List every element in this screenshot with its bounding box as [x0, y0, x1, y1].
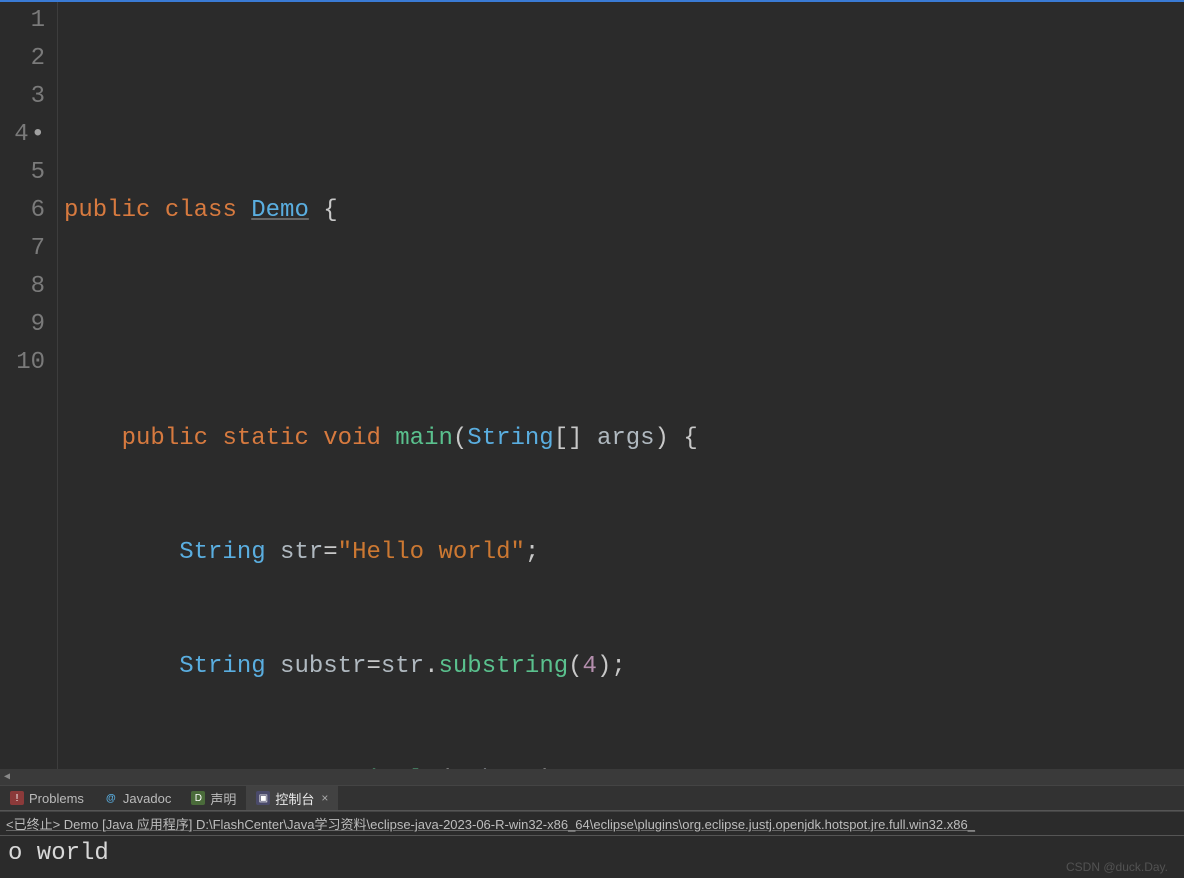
scroll-left-icon[interactable]: ◀: [0, 771, 14, 783]
line-number: 2: [0, 40, 51, 78]
tab-label: Javadoc: [123, 791, 171, 806]
line-number: 10: [0, 344, 51, 382]
code-line-6[interactable]: String substr=str.substring(4);: [58, 648, 1184, 686]
line-number: 6: [0, 192, 51, 230]
line-number: 1: [0, 2, 51, 40]
tab-console[interactable]: ▣ 控制台 ×: [246, 786, 338, 810]
code-line-2[interactable]: public class Demo {: [58, 192, 1184, 230]
javadoc-icon: @: [104, 791, 118, 805]
line-number: 9: [0, 306, 51, 344]
problems-icon: !: [10, 791, 24, 805]
declaration-icon: D: [191, 791, 205, 805]
horizontal-scrollbar[interactable]: ◀: [0, 769, 1184, 785]
code-area[interactable]: 1 2 3 4 5 6 7 8 9 10 public class Demo {…: [0, 2, 1184, 769]
close-icon[interactable]: ×: [321, 791, 328, 805]
line-number-gutter: 1 2 3 4 5 6 7 8 9 10: [0, 2, 58, 769]
code-line-1[interactable]: [58, 78, 1184, 116]
line-number: 5: [0, 154, 51, 192]
tab-label: 声明: [210, 789, 236, 808]
tab-declaration[interactable]: D 声明: [181, 786, 246, 810]
code-line-5[interactable]: String str="Hello world";: [58, 534, 1184, 572]
console-output[interactable]: o world: [0, 836, 1184, 878]
line-number: 3: [0, 78, 51, 116]
console-status-line: <已终止> Demo [Java 应用程序] D:\FlashCenter\Ja…: [0, 812, 1184, 836]
bottom-tabs-bar: ! Problems @ Javadoc D 声明 ▣ 控制台 ×: [0, 785, 1184, 811]
tab-label: 控制台: [275, 789, 314, 808]
editor-pane: 1 2 3 4 5 6 7 8 9 10 public class Demo {…: [0, 0, 1184, 785]
code-content[interactable]: public class Demo { public static void m…: [58, 2, 1184, 769]
code-line-7[interactable]: System.out.println(substr);: [58, 762, 1184, 769]
tab-javadoc[interactable]: @ Javadoc: [94, 786, 181, 810]
tab-problems[interactable]: ! Problems: [0, 786, 94, 810]
watermark: CSDN @duck.Day.: [1066, 860, 1168, 874]
line-number: 7: [0, 230, 51, 268]
code-line-4[interactable]: public static void main(String[] args) {: [58, 420, 1184, 458]
console-pane: <已终止> Demo [Java 应用程序] D:\FlashCenter\Ja…: [0, 811, 1184, 878]
console-icon: ▣: [256, 791, 270, 805]
line-number: 4: [0, 116, 51, 154]
tab-label: Problems: [29, 791, 84, 806]
line-number: 8: [0, 268, 51, 306]
code-line-3[interactable]: [58, 306, 1184, 344]
